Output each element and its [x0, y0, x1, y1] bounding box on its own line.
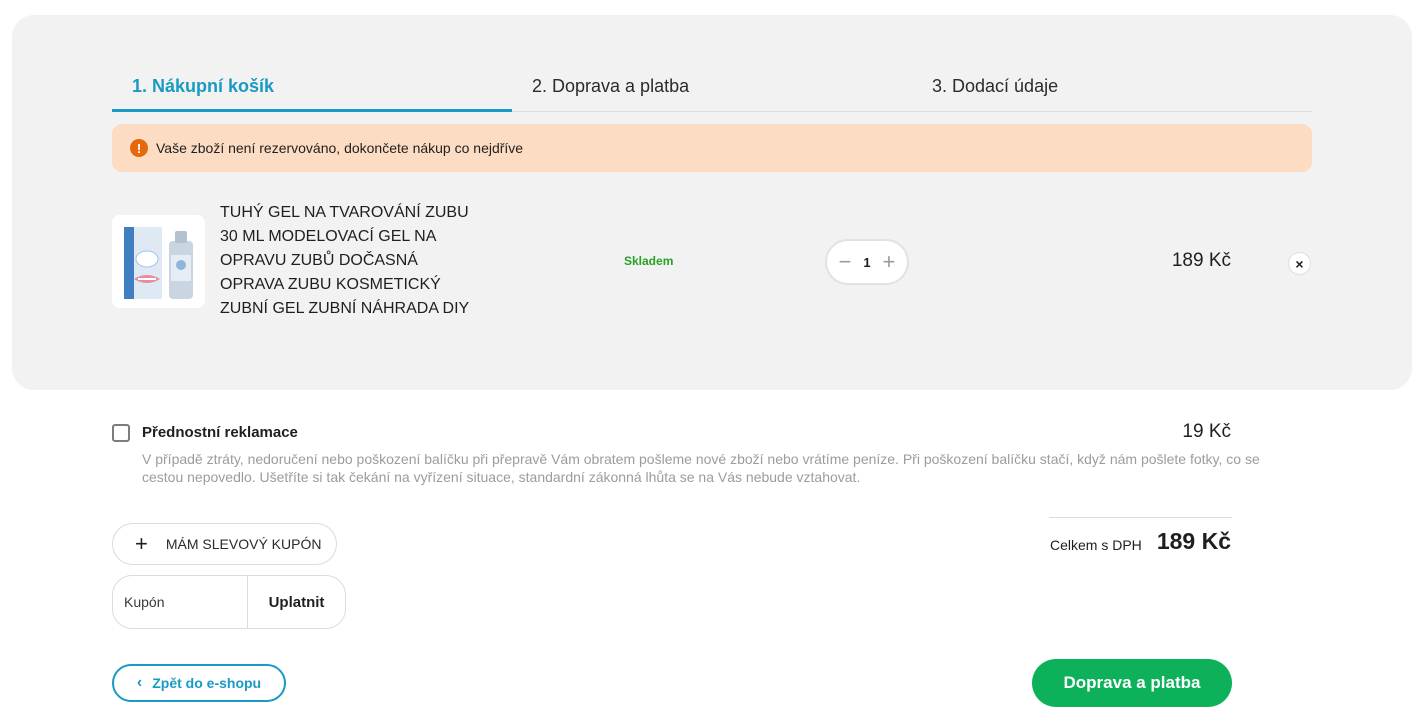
coupon-form: Uplatnit: [112, 575, 346, 629]
coupon-toggle-button[interactable]: + MÁM SLEVOVÝ KUPÓN: [112, 523, 337, 565]
decrease-quantity-button[interactable]: −: [835, 251, 855, 273]
plus-icon: +: [135, 531, 148, 556]
stock-status: Skladem: [624, 254, 674, 268]
product-image[interactable]: [112, 215, 205, 308]
priority-claim-title[interactable]: Přednostní reklamace: [142, 424, 298, 441]
continue-shipping-payment-button[interactable]: Doprava a platba: [1032, 659, 1232, 707]
apply-coupon-button[interactable]: Uplatnit: [248, 576, 345, 628]
quantity-stepper: − 1 +: [825, 239, 909, 285]
priority-claim-checkbox[interactable]: [112, 424, 130, 442]
checkout-steps: 1. Nákupní košík 2. Doprava a platba 3. …: [112, 62, 1312, 112]
priority-claim-price: 19 Kč: [1182, 421, 1231, 442]
coupon-input[interactable]: [113, 576, 248, 628]
priority-claim-description: V případě ztráty, nedoručení nebo poškoz…: [142, 451, 1260, 485]
total-label: Celkem s DPH: [1050, 537, 1142, 553]
chevron-left-icon: ‹: [136, 674, 143, 691]
remove-item-button[interactable]: ×: [1288, 252, 1311, 275]
total-divider: [1049, 517, 1232, 518]
step-cart[interactable]: 1. Nákupní košík: [112, 62, 512, 112]
close-icon: ×: [1295, 255, 1304, 272]
reservation-alert: ! Vaše zboží není rezervováno, dokončete…: [112, 124, 1312, 172]
step-delivery-details[interactable]: 3. Dodací údaje: [912, 62, 1312, 112]
step-shipping-payment[interactable]: 2. Doprava a platba: [512, 62, 912, 112]
alert-text: Vaše zboží není rezervováno, dokončete n…: [156, 140, 524, 156]
total-value: 189 Kč: [1156, 528, 1231, 554]
quantity-value[interactable]: 1: [863, 255, 870, 270]
product-name[interactable]: TUHÝ GEL NA TVAROVÁNÍ ZUBU 30 ML MODELOV…: [220, 201, 480, 321]
back-to-shop-label: Zpět do e-shopu: [152, 675, 262, 691]
product-thumbnail: [112, 215, 205, 308]
coupon-toggle-label: MÁM SLEVOVÝ KUPÓN: [165, 536, 322, 552]
increase-quantity-button[interactable]: +: [879, 251, 899, 273]
exclamation-icon: !: [130, 139, 148, 157]
back-to-shop-button[interactable]: ‹ Zpět do e-shopu: [112, 664, 286, 702]
item-price: 189 Kč: [1171, 250, 1231, 271]
